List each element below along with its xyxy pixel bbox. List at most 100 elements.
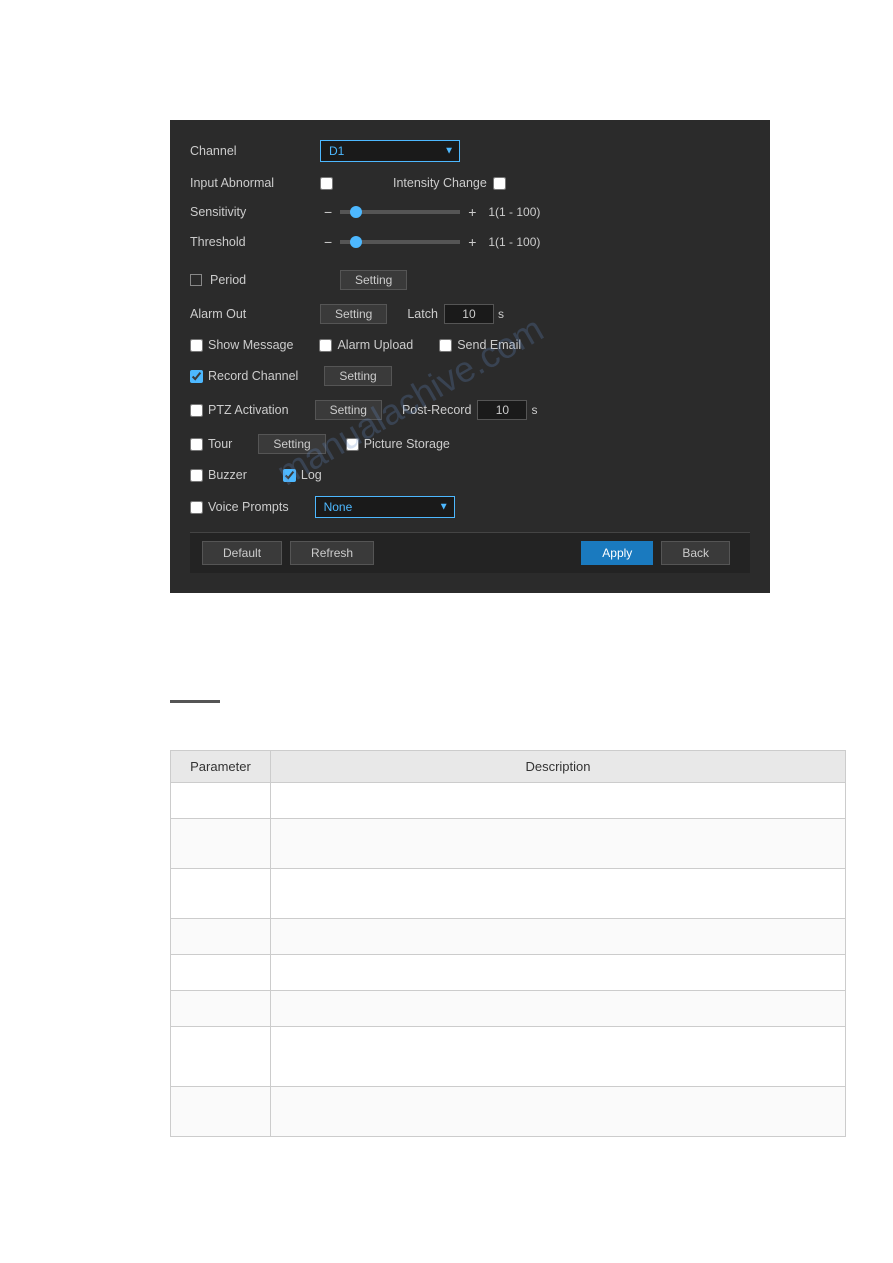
channel-select[interactable]: D1 [320,140,460,162]
table-cell-param [171,955,271,991]
table-row [171,783,846,819]
alarm-upload-wrap: Alarm Upload [319,338,413,352]
latch-unit: s [498,307,504,321]
latch-input[interactable]: 10 [444,304,494,324]
table-cell-desc [270,1087,845,1137]
show-message-wrap: Show Message [190,338,293,352]
channel-dropdown-wrap[interactable]: D1 ▼ [320,140,460,162]
post-record-input[interactable]: 10 [477,400,527,420]
picture-storage-checkbox[interactable] [346,438,359,451]
sensitivity-track[interactable] [340,210,460,214]
send-email-label: Send Email [457,338,521,352]
alarm-out-setting-button[interactable]: Setting [320,304,387,324]
threshold-label: Threshold [190,235,320,249]
picture-storage-label: Picture Storage [364,437,450,451]
table-cell-desc [270,919,845,955]
alarm-upload-checkbox[interactable] [319,339,332,352]
threshold-plus-icon[interactable]: + [468,234,476,250]
table-cell-param [171,919,271,955]
tour-label: Tour [208,437,232,451]
tour-wrap: Tour [190,437,232,451]
input-abnormal-row: Input Abnormal Intensity Change [190,176,750,190]
tour-checkbox[interactable] [190,438,203,451]
hr-divider [170,700,220,703]
record-channel-wrap: Record Channel [190,369,298,383]
channel-row: Channel D1 ▼ [190,140,750,162]
table-cell-param [171,783,271,819]
sensitivity-minus-icon[interactable]: − [324,204,332,220]
record-channel-row: Record Channel Setting [190,366,750,386]
record-channel-label: Record Channel [208,369,298,383]
period-row: Period Setting [190,270,750,290]
table-row [171,991,846,1027]
table-cell-param [171,991,271,1027]
table-cell-desc [270,991,845,1027]
ptz-activation-label: PTZ Activation [208,403,289,417]
threshold-thumb[interactable] [350,236,362,248]
input-abnormal-label: Input Abnormal [190,176,320,190]
log-checkbox[interactable] [283,469,296,482]
table-cell-param [171,819,271,869]
log-label: Log [301,468,322,482]
back-button[interactable]: Back [661,541,730,565]
default-button[interactable]: Default [202,541,282,565]
log-wrap: Log [283,468,322,482]
alarm-out-label: Alarm Out [190,307,320,321]
threshold-track[interactable] [340,240,460,244]
voice-prompts-dropdown-wrap[interactable]: None ▼ [315,496,455,518]
latch-wrap: Latch 10 s [407,304,504,324]
tour-setting-button[interactable]: Setting [258,434,325,454]
record-channel-setting-button[interactable]: Setting [324,366,391,386]
voice-prompts-row: Voice Prompts None ▼ [190,496,750,518]
table-cell-desc [270,1027,845,1087]
settings-panel: Channel D1 ▼ Input Abnormal Intensity Ch… [170,120,770,593]
table-row [171,1027,846,1087]
table-row [171,1087,846,1137]
table-header-desc: Description [270,751,845,783]
sensitivity-value: 1(1 - 100) [488,205,540,219]
post-record-wrap: Post-Record 10 s [402,400,537,420]
buzzer-label: Buzzer [208,468,247,482]
alarm-upload-label: Alarm Upload [337,338,413,352]
refresh-button[interactable]: Refresh [290,541,374,565]
send-email-checkbox[interactable] [439,339,452,352]
ptz-setting-button[interactable]: Setting [315,400,382,420]
threshold-value: 1(1 - 100) [488,235,540,249]
table-header-param: Parameter [171,751,271,783]
ptz-activation-row: PTZ Activation Setting Post-Record 10 s [190,400,750,420]
footer-bar: Default Refresh Apply Back [190,532,750,573]
threshold-row: Threshold − + 1(1 - 100) [190,234,750,250]
record-channel-checkbox[interactable] [190,370,203,383]
ptz-activation-checkbox[interactable] [190,404,203,417]
threshold-minus-icon[interactable]: − [324,234,332,250]
voice-prompts-checkbox[interactable] [190,501,203,514]
period-setting-button[interactable]: Setting [340,270,407,290]
channel-label: Channel [190,144,320,158]
table-cell-desc [270,869,845,919]
ptz-activation-wrap: PTZ Activation [190,403,289,417]
alarm-out-row: Alarm Out Setting Latch 10 s [190,304,750,324]
table-row [171,819,846,869]
table-cell-param [171,1027,271,1087]
buzzer-checkbox[interactable] [190,469,203,482]
period-checkbox[interactable] [190,274,202,286]
sensitivity-label: Sensitivity [190,205,320,219]
period-label: Period [210,273,340,287]
intensity-change-label: Intensity Change [393,176,487,190]
sensitivity-slider-wrap: − + 1(1 - 100) [320,204,540,220]
table-cell-desc [270,819,845,869]
input-abnormal-checkbox[interactable] [320,177,333,190]
table-cell-param [171,1087,271,1137]
show-message-checkbox[interactable] [190,339,203,352]
tour-row: Tour Setting Picture Storage [190,434,750,454]
picture-storage-wrap: Picture Storage [346,437,450,451]
apply-button[interactable]: Apply [581,541,653,565]
intensity-change-checkbox[interactable] [493,177,506,190]
sensitivity-row: Sensitivity − + 1(1 - 100) [190,204,750,220]
sensitivity-thumb[interactable] [350,206,362,218]
voice-prompts-select[interactable]: None [315,496,455,518]
buzzer-log-row: Buzzer Log [190,468,750,482]
threshold-slider-wrap: − + 1(1 - 100) [320,234,540,250]
table-row [171,869,846,919]
sensitivity-plus-icon[interactable]: + [468,204,476,220]
